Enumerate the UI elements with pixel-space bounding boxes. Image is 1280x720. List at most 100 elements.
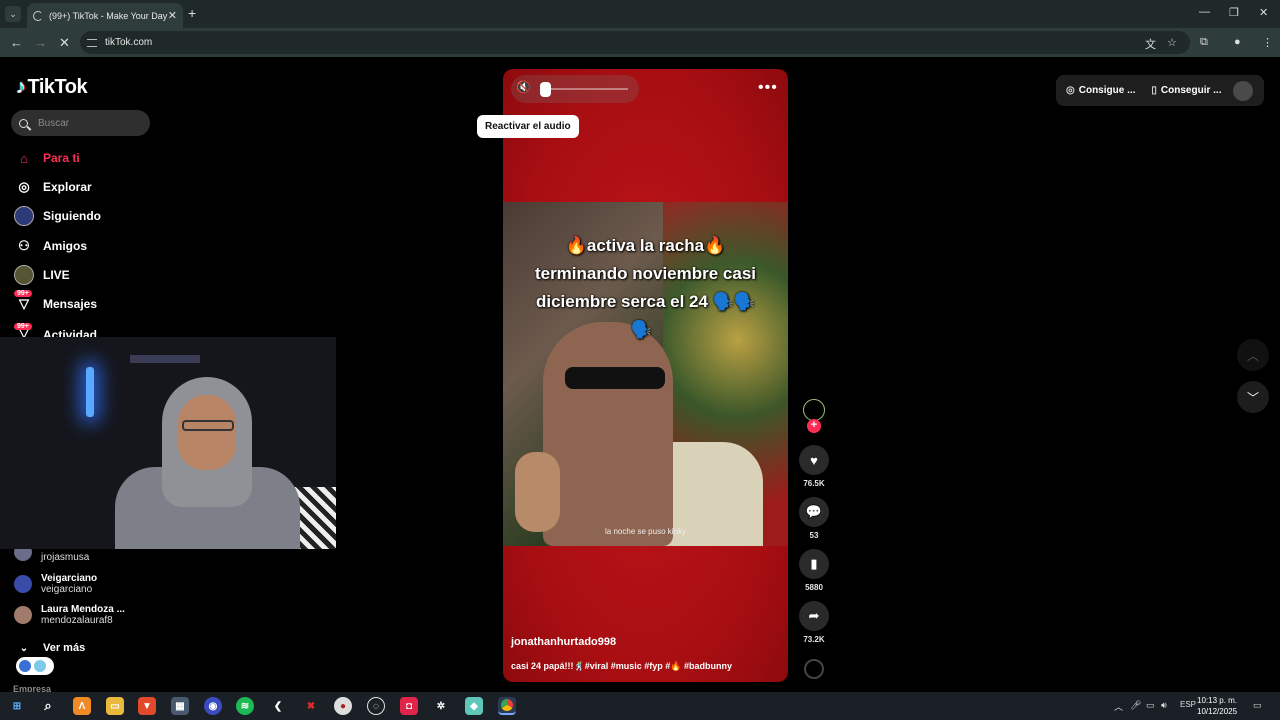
phone-icon: ▯ (1151, 85, 1157, 96)
creator-avatar[interactable] (803, 399, 825, 421)
language-indicator[interactable]: ESP (1180, 700, 1196, 709)
share-count: 73.2K (803, 635, 825, 644)
back-icon[interactable]: ← (10, 35, 23, 50)
minimize-button[interactable]: — (1199, 6, 1210, 18)
get-coins-button[interactable]: ◎ Consigue ... (1066, 85, 1135, 96)
video-frame: 🔥activa la racha🔥 terminando noviembre c… (503, 202, 788, 546)
ai-toggle[interactable] (16, 657, 54, 675)
nav-label: LIVE (43, 268, 70, 282)
caption-line: terminando noviembre casi (534, 264, 757, 283)
previous-video-button[interactable]: ︿ (1237, 339, 1269, 371)
app-icon[interactable]: ✖ (302, 697, 320, 715)
translate-icon[interactable]: 文 (1145, 36, 1156, 52)
spotify-icon[interactable]: ≋ (236, 697, 254, 715)
app-icon[interactable]: Λ (73, 697, 91, 715)
share-button[interactable]: ➦ 73.2K (798, 601, 830, 644)
browser-toolbar: ← → ✕ tikTok.com 文 ☆ ⧉ ● ⋮ (0, 28, 1280, 58)
nav-following[interactable]: Siguiendo (14, 205, 101, 227)
nav-explore[interactable]: ◎ Explorar (14, 176, 91, 198)
nav-friends[interactable]: ⚇ Amigos (14, 235, 87, 257)
app-icon[interactable]: ● (334, 697, 352, 715)
messages-icon: ▽ 99+ (14, 290, 34, 314)
browser-tab-strip: ⌄ (99+) TikTok - Make Your Day ✕ + — ❐ ✕ (0, 0, 1280, 28)
extensions-icon[interactable]: ⧉ (1200, 36, 1208, 49)
search-input[interactable]: Buscar (11, 110, 150, 136)
nav-live[interactable]: LIVE (14, 264, 70, 286)
profile-avatar[interactable] (1233, 80, 1253, 101)
stop-loading-icon[interactable]: ✕ (59, 35, 70, 51)
follow-plus-button[interactable]: + (807, 419, 821, 433)
search-icon[interactable]: ⌕ (39, 697, 57, 715)
forward-icon[interactable]: → (34, 35, 47, 50)
new-tab-button[interactable]: + (188, 5, 196, 21)
nav-messages[interactable]: ▽ 99+ Mensajes (14, 290, 98, 315)
calculator-icon[interactable]: ▦ (171, 697, 189, 715)
nav-activity[interactable]: ▽ 99+ Actividad (14, 323, 97, 337)
app-icon[interactable]: ◘ (400, 697, 418, 715)
more-options-icon[interactable]: ••• (758, 79, 778, 97)
logo-text: TikTok (27, 76, 88, 98)
address-bar[interactable]: tikTok.com (80, 31, 1190, 54)
see-more-button[interactable]: ⌄ Ver más (14, 637, 85, 659)
clock[interactable]: 10:13 p. m. 10/12/2025 (1197, 695, 1237, 717)
volume-knob[interactable] (540, 82, 551, 97)
chrome-icon[interactable] (498, 697, 516, 715)
close-window-button[interactable]: ✕ (1259, 6, 1268, 19)
comment-button[interactable]: 💬 53 (798, 497, 830, 540)
app-icon[interactable]: ❮ (269, 697, 287, 715)
next-video-button[interactable]: ﹀ (1237, 381, 1269, 413)
settings-icon[interactable]: ✲ (432, 697, 450, 715)
site-info-icon[interactable] (87, 38, 97, 47)
app-icon[interactable]: ◆ (465, 697, 483, 715)
tab-close-icon[interactable]: ✕ (168, 9, 177, 22)
restore-button[interactable]: ❐ (1229, 6, 1239, 19)
volume-icon[interactable]: 🔊︎ (1161, 700, 1167, 711)
nav-label: Mensajes (43, 297, 98, 311)
search-icon (19, 118, 28, 128)
following-item[interactable]: Veigarciano veigarciano (14, 573, 97, 595)
nav-label: Para ti (43, 151, 80, 165)
video-author[interactable]: jonathanhurtado998 (511, 636, 616, 648)
streamer-face (178, 395, 236, 470)
file-explorer-icon[interactable]: ▭ (106, 697, 124, 715)
nav-label: Siguiendo (43, 209, 101, 223)
friends-icon: ⚇ (18, 238, 30, 253)
volume-slider[interactable] (543, 88, 628, 90)
save-button[interactable]: ▮ 5880 (798, 549, 830, 592)
profile-icon[interactable]: ● (1234, 36, 1241, 48)
bookmark-star-icon[interactable]: ☆ (1167, 36, 1177, 49)
app-icon[interactable]: ◉ (204, 697, 222, 715)
notifications-icon[interactable]: ▭ (1253, 700, 1262, 711)
tray-overflow-icon[interactable]: ︿ (1114, 700, 1123, 713)
steam-icon[interactable]: ◌ (367, 697, 385, 715)
brave-icon[interactable]: ▼ (138, 697, 156, 715)
share-icon: ➦ (799, 601, 829, 631)
music-disc-icon[interactable] (804, 659, 824, 679)
following-item[interactable]: Laura Mendoza ... mendozalauraf8 (14, 604, 125, 626)
network-icon[interactable]: ▭ (1146, 700, 1155, 711)
sunglasses (565, 367, 665, 389)
microphone-icon[interactable]: 🎤︎ (1130, 700, 1141, 711)
nav-for-you[interactable]: ⌂ Para ti (14, 147, 80, 169)
caption-line: 🔥activa la racha🔥 (565, 236, 726, 255)
windows-start-icon[interactable]: ⊞ (8, 697, 26, 715)
tab-search-button[interactable]: ⌄ (5, 6, 21, 22)
url-text: tikTok.com (105, 37, 153, 48)
get-app-button[interactable]: ▯ Conseguir ... (1151, 85, 1221, 96)
browser-tab[interactable]: (99+) TikTok - Make Your Day ✕ (27, 3, 183, 28)
like-button[interactable]: ♥ 76.5K (798, 445, 830, 488)
menu-icon[interactable]: ⋮ (1262, 36, 1273, 49)
messages-badge: 99+ (14, 290, 32, 297)
tiktok-logo[interactable]: ♪ TikTok (16, 76, 88, 99)
webcam-overlay (0, 337, 336, 549)
tab-title: (99+) TikTok - Make Your Day (49, 10, 168, 21)
mute-icon[interactable]: 🔇 (516, 80, 531, 94)
like-count: 76.5K (803, 479, 825, 488)
following-username: veigarciano (41, 584, 93, 595)
save-count: 5880 (805, 583, 823, 592)
nav-label: Actividad (43, 328, 98, 337)
search-placeholder: Buscar (38, 117, 70, 129)
following-username: jrojasmusa (41, 552, 90, 563)
video-player[interactable]: 🔥activa la racha🔥 terminando noviembre c… (503, 69, 788, 682)
windows-taskbar: ⊞ ⌕ Λ ▭ ▼ ▦ ◉ ≋ ❮ ✖ ● ◌ ◘ ✲ ◆ ︿ 🎤︎ ▭ 🔊︎ … (0, 692, 1280, 720)
